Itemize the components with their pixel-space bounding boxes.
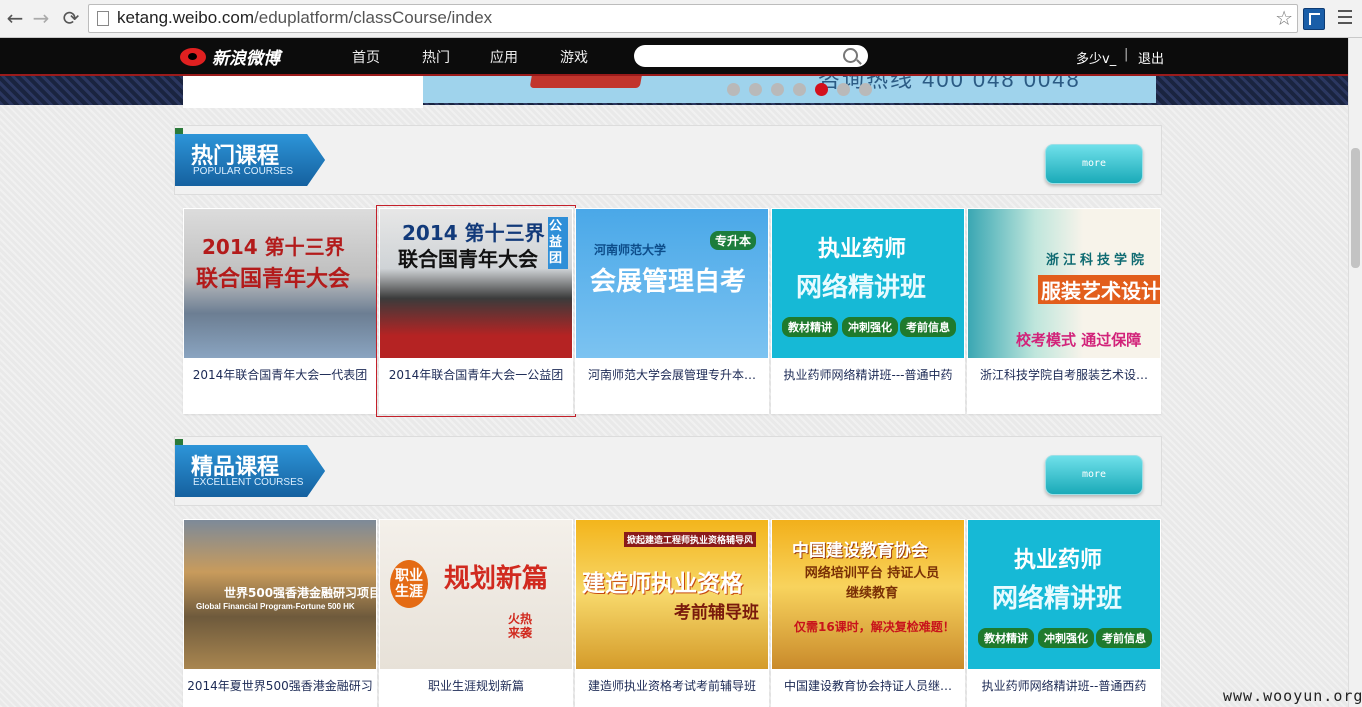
course-grid: 2014 第十三界 联合国青年大会 2014年联合国青年大会一代表团 2014 …: [183, 205, 1161, 417]
course-title[interactable]: 职业生涯规划新篇: [379, 677, 573, 694]
nav-home[interactable]: 首页: [352, 47, 380, 67]
course-card[interactable]: 河南师范大学 会展管理自考 专升本 河南师范大学会展管理专升本…: [575, 208, 769, 414]
carousel-dot[interactable]: [749, 83, 762, 96]
course-title[interactable]: 执业药师网络精讲班---普通中药: [771, 366, 965, 383]
course-title[interactable]: 执业药师网络精讲班--普通西药: [967, 677, 1161, 694]
more-button[interactable]: more: [1045, 144, 1143, 184]
popular-courses-section: 热门课程 POPULAR COURSES more 2014 第十三界 联合国青…: [174, 125, 1162, 417]
course-thumbnail[interactable]: 职业生涯 规划新篇 火热来袭: [380, 520, 572, 669]
bookmark-star-icon[interactable]: ☆: [1275, 6, 1293, 30]
weibo-top-nav: 新浪微博 首页 热门 应用 游戏 多少v_ | 退出: [0, 38, 1348, 76]
course-card[interactable]: 执业药师 网络精讲班 教材精讲 冲刺强化 考前信息 执业药师网络精讲班--普通西…: [967, 519, 1161, 707]
course-title[interactable]: 建造师执业资格考试考前辅导班: [575, 677, 769, 694]
course-grid: 世界500强香港金融研习项目 Global Financial Program-…: [183, 519, 1161, 707]
url-text: ketang.weibo.com/eduplatform/classCourse…: [117, 8, 493, 27]
course-thumbnail[interactable]: 世界500强香港金融研习项目 Global Financial Program-…: [184, 520, 376, 669]
carousel-dot[interactable]: [771, 83, 784, 96]
course-card[interactable]: 中国建设教育协会 网络培训平台 持证人员继续教育 仅需16课时，解决复检难题！ …: [771, 519, 965, 707]
course-thumbnail[interactable]: 浙江科技学院 服装艺术设计 校考模式 通过保障: [968, 209, 1160, 358]
section-header: 热门课程 POPULAR COURSES more: [174, 125, 1162, 195]
course-thumbnail[interactable]: 掀起建造工程师执业资格辅导风 建造师执业资格 考前辅导班: [576, 520, 768, 669]
back-icon[interactable]: ←: [4, 6, 26, 30]
nav-games[interactable]: 游戏: [560, 47, 588, 67]
watermark: www.wooyun.org: [1223, 687, 1362, 705]
course-title[interactable]: 浙江科技学院自考服装艺术设…: [967, 366, 1161, 383]
course-card[interactable]: 世界500强香港金融研习项目 Global Financial Program-…: [183, 519, 377, 707]
course-thumbnail[interactable]: 2014 第十三界 联合国青年大会: [184, 209, 376, 358]
extension-icon[interactable]: [1303, 8, 1325, 30]
browser-menu-icon[interactable]: [1338, 10, 1352, 28]
excellent-courses-section: 精品课程 EXCELLENT COURSES more 世界500强香港金融研习…: [174, 436, 1162, 707]
section-header: 精品课程 EXCELLENT COURSES more: [174, 436, 1162, 506]
course-thumbnail[interactable]: 2014 第十三界 联合国青年大会 公益团: [380, 209, 572, 358]
search-icon[interactable]: [843, 48, 858, 63]
logout-link[interactable]: 退出: [1138, 48, 1164, 67]
course-card[interactable]: 掀起建造工程师执业资格辅导风 建造师执业资格 考前辅导班 建造师执业资格考试考前…: [575, 519, 769, 707]
browser-toolbar: ← → ⟳ ketang.weibo.com/eduplatform/class…: [0, 0, 1362, 38]
carousel-dot-active[interactable]: [815, 83, 828, 96]
course-title[interactable]: 河南师范大学会展管理专升本…: [575, 366, 769, 383]
banner-left-panel: [183, 73, 423, 108]
search-input[interactable]: [634, 45, 868, 67]
carousel-dot[interactable]: [727, 83, 740, 96]
forward-icon[interactable]: →: [30, 6, 52, 30]
section-title-tag: 热门课程 POPULAR COURSES: [175, 134, 325, 186]
course-title[interactable]: 2014年联合国青年大会一公益团: [379, 366, 573, 383]
carousel-dot[interactable]: [793, 83, 806, 96]
nav-separator: |: [1124, 47, 1129, 62]
weibo-eye-icon: [180, 48, 206, 66]
course-card[interactable]: 执业药师 网络精讲班 教材精讲 冲刺强化 考前信息 执业药师网络精讲班---普通…: [771, 208, 965, 414]
nav-apps[interactable]: 应用: [490, 47, 518, 67]
nav-hot[interactable]: 热门: [422, 47, 450, 67]
reload-icon[interactable]: ⟳: [60, 6, 82, 30]
user-name-link[interactable]: 多少v_: [1076, 48, 1116, 67]
page-icon: [97, 11, 109, 26]
course-title[interactable]: 2014年联合国青年大会一代表团: [183, 366, 377, 383]
course-title[interactable]: 2014年夏世界500强香港金融研习: [183, 677, 377, 694]
course-title[interactable]: 中国建设教育协会持证人员继…: [771, 677, 965, 694]
page-scrollbar[interactable]: [1348, 38, 1362, 707]
course-thumbnail[interactable]: 执业药师 网络精讲班 教材精讲 冲刺强化 考前信息: [968, 520, 1160, 669]
course-card[interactable]: 2014 第十三界 联合国青年大会 2014年联合国青年大会一代表团: [183, 208, 377, 414]
more-button[interactable]: more: [1045, 455, 1143, 495]
course-thumbnail[interactable]: 执业药师 网络精讲班 教材精讲 冲刺强化 考前信息: [772, 209, 964, 358]
carousel-dot[interactable]: [859, 83, 872, 96]
carousel-dots: [727, 81, 881, 96]
carousel-dot[interactable]: [837, 83, 850, 96]
address-bar[interactable]: ketang.weibo.com/eduplatform/classCourse…: [88, 4, 1298, 33]
course-thumbnail[interactable]: 中国建设教育协会 网络培训平台 持证人员继续教育 仅需16课时，解决复检难题！: [772, 520, 964, 669]
section-title-tag: 精品课程 EXCELLENT COURSES: [175, 445, 325, 497]
scrollbar-thumb[interactable]: [1351, 148, 1360, 268]
course-thumbnail[interactable]: 河南师范大学 会展管理自考 专升本: [576, 209, 768, 358]
page-viewport: 咨询热线 400 048 0048 新浪微博 首页 热门 应用 游戏 多少v_ …: [0, 38, 1348, 707]
course-card[interactable]: 职业生涯 规划新篇 火热来袭 职业生涯规划新篇: [379, 519, 573, 707]
course-card[interactable]: 浙江科技学院 服装艺术设计 校考模式 通过保障 浙江科技学院自考服装艺术设…: [967, 208, 1161, 414]
course-card-selected[interactable]: 2014 第十三界 联合国青年大会 公益团 2014年联合国青年大会一公益团: [376, 205, 576, 417]
